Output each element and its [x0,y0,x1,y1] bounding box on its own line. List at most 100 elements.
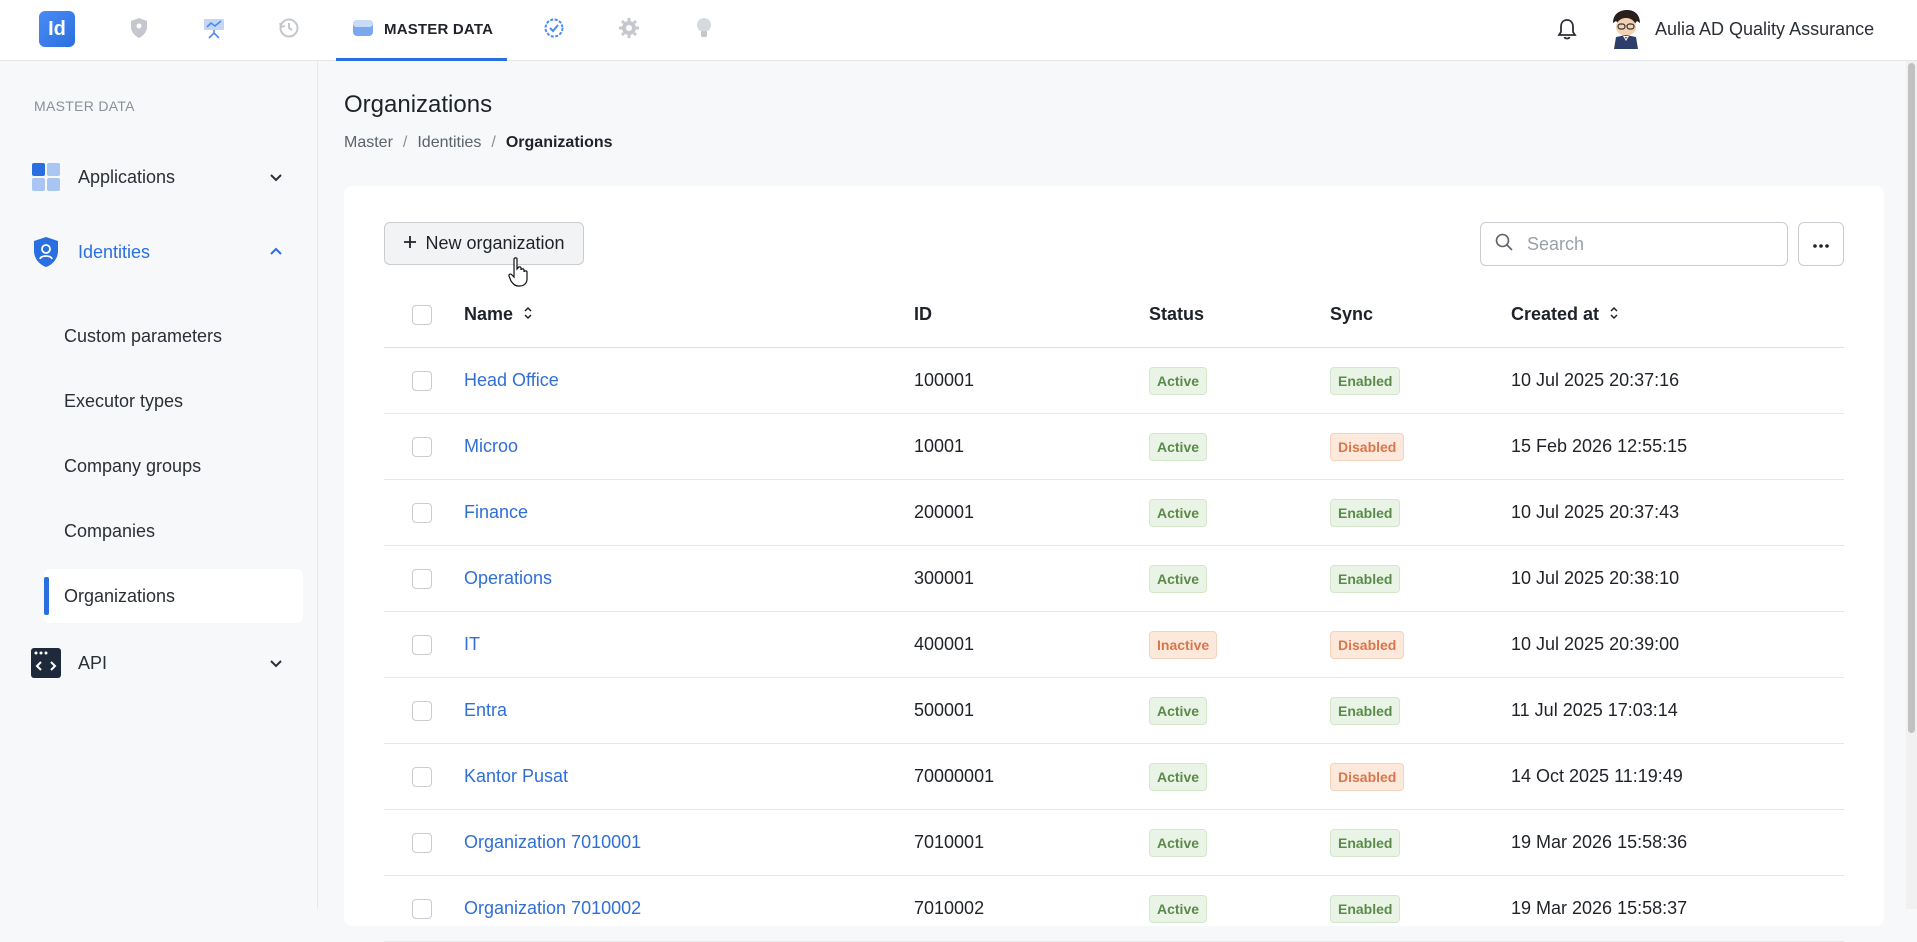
chevron-down-icon [266,653,286,673]
breadcrumb-identities[interactable]: Identities [417,134,481,152]
organization-id: 300001 [914,568,975,588]
created-at: 10 Jul 2025 20:38:10 [1511,568,1680,588]
top-bar: Id MASTER DATA Aulia AD Quality Assuranc… [0,0,1917,61]
tab-master-data[interactable]: MASTER DATA [336,0,507,61]
sidebar-sub-companies[interactable]: Companies [44,504,303,558]
identity-shield-icon [30,236,62,268]
organization-name-link[interactable]: Head Office [464,370,559,390]
created-at: 15 Feb 2026 12:55:15 [1511,436,1688,456]
organizations-card: New organization Name ID Status Sync [344,186,1884,942]
organization-name-link[interactable]: Microo [464,436,518,456]
row-checkbox[interactable] [412,370,432,391]
sidebar-item-label: API [78,652,108,673]
search-field[interactable] [1480,222,1788,266]
apps-grid-icon [30,161,62,193]
organization-name-link[interactable]: Operations [464,568,552,588]
sidebar: MASTER DATA Applications Identities Cust… [0,61,318,909]
breadcrumb: Master / Identities / Organizations [344,134,613,152]
table-row: Microo 10001 Active Disabled 15 Feb 2026… [384,414,1844,480]
status-badge: Inactive [1149,630,1218,659]
sidebar-item-applications[interactable]: Applications [30,153,300,201]
sync-badge: Disabled [1330,432,1405,461]
tab-label: MASTER DATA [384,20,494,38]
new-organization-button[interactable]: New organization [384,222,584,265]
column-header-name: Name [464,304,514,324]
chevron-down-icon [266,167,286,187]
table-row: Organization 7010002 7010002 Active Enab… [384,876,1844,942]
organization-id: 400001 [914,634,975,654]
sort-icon [523,304,533,325]
table-row: Kantor Pusat 70000001 Active Disabled 14… [384,744,1844,810]
created-at: 10 Jul 2025 20:37:16 [1511,370,1680,390]
more-options-button[interactable] [1798,222,1844,266]
organization-id: 200001 [914,502,975,522]
user-name[interactable]: Aulia AD Quality Assurance [1655,19,1874,40]
created-at: 10 Jul 2025 20:37:43 [1511,502,1680,522]
select-all-checkbox[interactable] [412,304,432,325]
history-icon[interactable] [275,14,303,42]
chevron-up-icon [266,242,286,262]
sync-badge: Enabled [1330,696,1401,725]
sidebar-item-identities[interactable]: Identities [30,228,300,276]
row-checkbox[interactable] [412,568,432,589]
presentation-icon[interactable] [200,14,228,42]
created-at: 19 Mar 2026 15:58:36 [1511,832,1688,852]
page-scrollbar[interactable] [1906,61,1917,909]
sidebar-sub-company-groups[interactable]: Company groups [44,439,303,493]
table-row: Entra 500001 Active Enabled 11 Jul 2025 … [384,678,1844,744]
sidebar-item-api[interactable]: API [30,639,300,687]
status-badge: Active [1149,432,1208,461]
row-checkbox[interactable] [412,766,432,787]
row-checkbox[interactable] [412,832,432,853]
organization-name-link[interactable]: Organization 7010002 [464,898,641,918]
row-checkbox[interactable] [412,700,432,721]
search-icon [1495,233,1513,256]
shield-icon[interactable] [125,14,153,42]
organization-id: 10001 [914,436,965,456]
table-row: Organization 7010001 7010001 Active Enab… [384,810,1844,876]
row-checkbox[interactable] [412,634,432,655]
status-badge: Active [1149,828,1208,857]
sync-badge: Disabled [1330,630,1405,659]
sort-icon [1609,304,1619,325]
avatar[interactable] [1607,9,1645,49]
sidebar-sub-organizations[interactable]: Organizations [44,569,303,623]
row-checkbox[interactable] [412,436,432,457]
organization-name-link[interactable]: Finance [464,502,528,522]
search-input[interactable] [1527,233,1757,255]
table-row: Finance 200001 Active Enabled 10 Jul 202… [384,480,1844,546]
organization-id: 70000001 [914,766,995,786]
status-badge: Active [1149,366,1208,395]
row-checkbox[interactable] [412,502,432,523]
sort-name-header[interactable]: Name [464,304,533,325]
table-header: Name ID Status Sync Created at [384,282,1844,348]
code-window-icon [30,647,62,679]
table-row: IT 400001 Inactive Disabled 10 Jul 2025 … [384,612,1844,678]
scrollbar-thumb[interactable] [1908,63,1915,733]
sidebar-sub-executor-types[interactable]: Executor types [44,374,303,428]
organization-name-link[interactable]: IT [464,634,480,654]
organization-id: 500001 [914,700,975,720]
sort-created-header[interactable]: Created at [1511,304,1619,325]
column-header-status: Status [1149,304,1205,324]
sidebar-section-label: MASTER DATA [34,98,135,114]
lightbulb-icon[interactable] [690,14,718,42]
sidebar-item-label: Applications [78,166,176,187]
created-at: 10 Jul 2025 20:39:00 [1511,634,1680,654]
gear-icon[interactable] [615,14,643,42]
app-logo[interactable]: Id [39,11,75,47]
ellipsis-icon [1813,235,1829,253]
sync-badge: Enabled [1330,366,1401,395]
organization-name-link[interactable]: Entra [464,700,507,720]
breadcrumb-separator: / [402,134,408,151]
organizations-table: Name ID Status Sync Created at Head Offi… [384,282,1844,942]
check-circle-icon[interactable] [540,14,568,42]
sync-badge: Enabled [1330,828,1401,857]
bell-icon[interactable] [1554,16,1580,42]
database-icon [352,16,374,43]
organization-name-link[interactable]: Kantor Pusat [464,766,568,786]
created-at: 11 Jul 2025 17:03:14 [1511,700,1678,720]
breadcrumb-master[interactable]: Master [344,134,393,152]
sidebar-sub-custom-parameters[interactable]: Custom parameters [44,309,303,363]
organization-name-link[interactable]: Organization 7010001 [464,832,641,852]
